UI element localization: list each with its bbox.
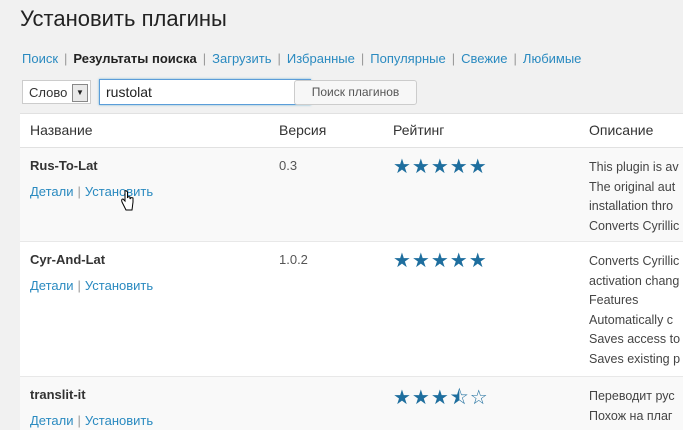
rating-stars-icon: ★★★⯪☆ [393, 383, 489, 417]
subnav-popular[interactable]: Популярные [370, 51, 445, 66]
separator: | [451, 51, 456, 66]
row-actions: Детали | Установить [30, 278, 153, 293]
separator: | [202, 51, 207, 66]
subnav-search[interactable]: Поиск [22, 51, 58, 66]
details-link[interactable]: Детали [30, 413, 74, 428]
description-line: activation chang [589, 273, 680, 288]
half-star-icon: ⯪ [449, 387, 470, 409]
description-line: Saves existing p [589, 351, 681, 366]
plugin-version: 1.0.2 [279, 252, 308, 267]
column-description-header[interactable]: Описание [589, 122, 653, 138]
description-line: This plugin is av [589, 160, 679, 174]
description-line: installation thro [589, 199, 674, 214]
description-line: Converts Cyrillic [589, 218, 680, 233]
rating-stars-icon: ★★★★★ [393, 156, 488, 178]
search-subnav: Поиск | Результаты поиска | Загрузить | Избран… [22, 51, 581, 66]
install-link[interactable]: Установить [85, 413, 153, 428]
details-link[interactable]: Детали [30, 278, 74, 293]
separator: | [77, 184, 81, 199]
empty-star-icon: ☆ [469, 387, 489, 409]
plugin-name: Rus-To-Lat [30, 158, 98, 173]
subnav-newest[interactable]: Свежие [461, 51, 507, 66]
description-line: Похож на плаг [589, 408, 673, 423]
separator: | [360, 51, 365, 66]
search-input[interactable] [99, 79, 311, 105]
subnav-favorites[interactable]: Любимые [523, 51, 582, 66]
table-row: Cyr-And-Lat Детали | Установить 1.0.2 ★★★★… [20, 242, 683, 377]
install-link[interactable]: Установить [85, 184, 153, 199]
install-link[interactable]: Установить [85, 278, 153, 293]
description-line: Automatically c [589, 312, 674, 327]
column-name-header[interactable]: Название [30, 122, 93, 138]
table-header: Название Версия Рейтинг Описание [20, 114, 683, 148]
separator: | [77, 413, 81, 428]
search-plugins-button[interactable]: Поиск плагинов [294, 80, 417, 105]
table-row: translit-it Детали | Установить ★★★⯪☆ Пере… [20, 377, 683, 430]
details-link[interactable]: Детали [30, 184, 74, 199]
description-line: Saves access to [589, 332, 681, 347]
hand-cursor-icon [121, 190, 134, 211]
column-rating-header[interactable]: Рейтинг [393, 122, 444, 138]
plugin-version: 0.3 [279, 158, 298, 173]
plugin-description: Переводит рус Похож на плаг [589, 387, 675, 426]
search-type-select[interactable]: Слово ▼ [22, 80, 91, 104]
description-line: Переводит рус [589, 389, 675, 403]
plugin-name: translit-it [30, 387, 86, 402]
separator: | [77, 278, 81, 293]
subnav-search-results[interactable]: Результаты поиска [73, 51, 196, 66]
description-line: Converts Cyrillic [589, 254, 680, 268]
description-line: The original aut [589, 179, 676, 194]
separator: | [64, 51, 68, 66]
description-line: Features [589, 293, 639, 308]
page-title: Установить плагины [20, 6, 227, 31]
row-actions: Детали | Установить [30, 413, 153, 428]
plugin-description: Converts Cyrillic activation chang Featu… [589, 252, 680, 370]
separator: | [277, 51, 281, 66]
rating-stars-icon: ★★★★★ [393, 250, 488, 272]
row-actions: Детали | Установить [30, 184, 153, 199]
column-version-header[interactable]: Версия [279, 122, 326, 138]
subnav-featured[interactable]: Избранные [287, 51, 355, 66]
subnav-upload[interactable]: Загрузить [212, 51, 271, 66]
search-type-value: Слово [29, 85, 68, 100]
dropdown-arrow-icon[interactable]: ▼ [72, 84, 88, 102]
plugin-description: This plugin is av The original aut insta… [589, 158, 679, 236]
full-stars: ★★★ [393, 387, 450, 409]
plugins-table: Название Версия Рейтинг Описание Rus-To-… [20, 113, 683, 430]
separator: | [513, 51, 517, 66]
plugin-name: Cyr-And-Lat [30, 252, 106, 267]
